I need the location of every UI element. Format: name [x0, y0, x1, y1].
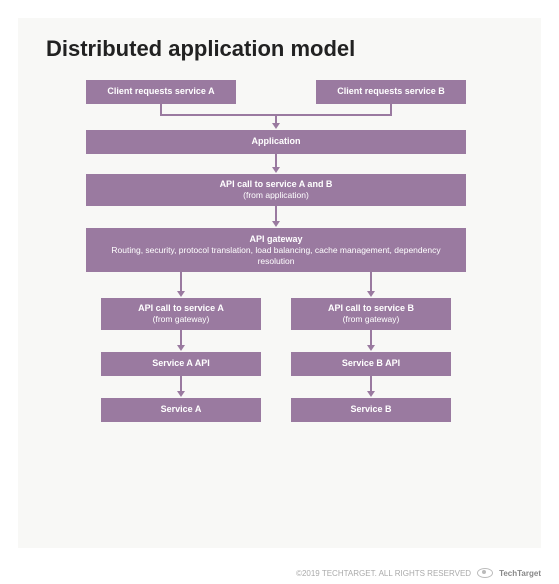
- box-sublabel: (from gateway): [153, 314, 210, 325]
- box-sublabel: (from gateway): [343, 314, 400, 325]
- brand-text: TechTarget: [499, 569, 541, 578]
- copyright-text: ©2019 TECHTARGET. ALL RIGHTS RESERVED: [296, 569, 471, 578]
- diagram-title: Distributed application model: [46, 36, 513, 62]
- connector: [390, 104, 392, 114]
- box-label: API call to service B: [328, 303, 414, 314]
- connector: [370, 272, 372, 292]
- box-label: API call to service A and B: [220, 179, 333, 190]
- inner-panel: Distributed application model Client req…: [18, 18, 541, 548]
- connector: [180, 330, 182, 346]
- box-api-call-b: API call to service B (from gateway): [291, 298, 451, 330]
- arrow-down-icon: [367, 291, 375, 297]
- box-api-gateway: API gateway Routing, security, protocol …: [86, 228, 466, 272]
- arrow-down-icon: [177, 291, 185, 297]
- arrow-down-icon: [367, 391, 375, 397]
- arrow-down-icon: [272, 221, 280, 227]
- box-api-call-ab: API call to service A and B (from applic…: [86, 174, 466, 206]
- arrow-down-icon: [177, 391, 185, 397]
- box-client-b: Client requests service B: [316, 80, 466, 104]
- attribution-bar: ©2019 TECHTARGET. ALL RIGHTS RESERVED Te…: [296, 568, 541, 578]
- arrow-down-icon: [272, 123, 280, 129]
- box-service-a-api: Service A API: [101, 352, 261, 376]
- connector: [275, 206, 277, 222]
- arrow-down-icon: [367, 345, 375, 351]
- eye-icon: [477, 568, 493, 578]
- box-client-a: Client requests service A: [86, 80, 236, 104]
- connector: [370, 330, 372, 346]
- arrow-down-icon: [177, 345, 185, 351]
- box-service-a: Service A: [101, 398, 261, 422]
- connector: [275, 154, 277, 168]
- box-label: API call to service A: [138, 303, 224, 314]
- box-service-b: Service B: [291, 398, 451, 422]
- connector: [180, 376, 182, 392]
- box-api-call-a: API call to service A (from gateway): [101, 298, 261, 330]
- box-label: API gateway: [249, 234, 302, 245]
- box-application: Application: [86, 130, 466, 154]
- arrow-down-icon: [272, 167, 280, 173]
- outer-card: Distributed application model Client req…: [0, 0, 559, 584]
- connector: [180, 272, 182, 292]
- diagram-canvas: Client requests service A Client request…: [46, 80, 513, 520]
- connector: [160, 104, 162, 114]
- box-sublabel: Routing, security, protocol translation,…: [92, 245, 460, 266]
- box-sublabel: (from application): [243, 190, 309, 201]
- box-service-b-api: Service B API: [291, 352, 451, 376]
- connector: [370, 376, 372, 392]
